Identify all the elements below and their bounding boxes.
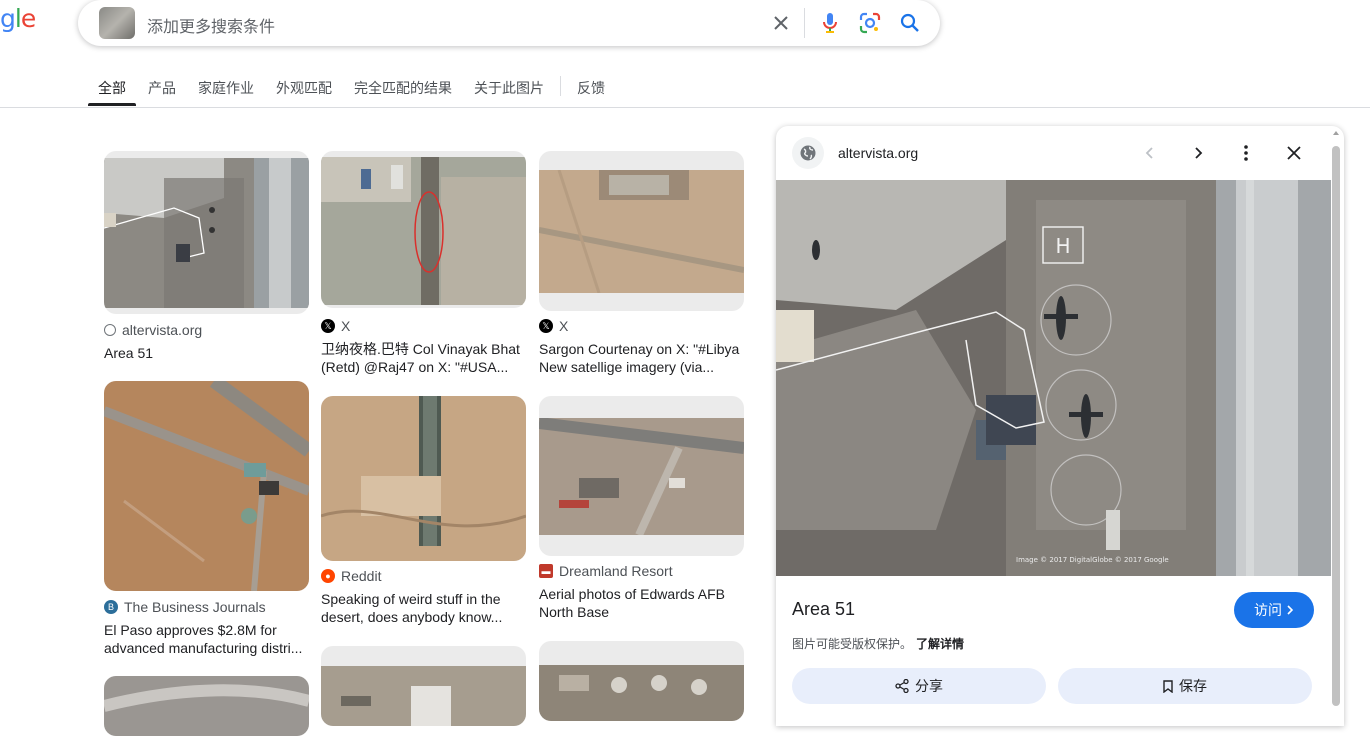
tab-feedback[interactable]: 反馈 — [577, 78, 605, 98]
result-source-label: Dreamland Resort — [559, 563, 673, 579]
panel-source-site[interactable]: altervista.org — [838, 145, 918, 161]
result-image[interactable] — [321, 646, 526, 726]
result-image[interactable] — [539, 151, 744, 311]
visit-button-label: 访问 — [1254, 602, 1282, 618]
svg-text:H: H — [1055, 234, 1070, 258]
microphone-icon[interactable] — [818, 11, 842, 35]
result-title[interactable]: Sargon Courtenay on X: "#Libya New satel… — [539, 340, 744, 376]
result-source-label: altervista.org — [122, 322, 203, 338]
visit-button[interactable]: 访问 — [1234, 592, 1314, 628]
close-icon[interactable] — [1282, 141, 1306, 165]
result-source-label: Reddit — [341, 568, 382, 584]
more-options-icon[interactable] — [1234, 141, 1258, 165]
learn-more-link[interactable]: 了解详情 — [916, 637, 964, 651]
copyright-text: 图片可能受版权保护。 — [792, 637, 913, 651]
globe-icon[interactable] — [792, 137, 824, 169]
tab-exact-matches[interactable]: 完全匹配的结果 — [354, 78, 452, 98]
share-icon — [895, 679, 909, 693]
result-source-label: X — [559, 318, 569, 334]
result-source-label: X — [341, 318, 351, 334]
result-image[interactable] — [104, 676, 309, 736]
x-logo-icon: 𝕏 — [321, 319, 335, 333]
chevron-right-icon[interactable] — [1186, 141, 1210, 165]
search-bar: 添加更多搜索条件 — [78, 0, 940, 46]
result-title[interactable]: 卫纳夜格.巴特 Col Vinayak Bhat (Retd) @Raj47 o… — [321, 340, 526, 376]
search-image-thumbnail[interactable] — [99, 7, 135, 39]
google-logo[interactable]: gle — [0, 4, 36, 33]
reddit-icon: ● — [321, 569, 335, 583]
tab-homework[interactable]: 家庭作业 — [198, 78, 254, 98]
result-image[interactable] — [104, 151, 309, 314]
result-image[interactable] — [321, 396, 526, 561]
share-label: 分享 — [915, 678, 943, 694]
tab-products[interactable]: 产品 — [148, 78, 176, 98]
tab-all[interactable]: 全部 — [98, 78, 126, 98]
result-title[interactable]: Aerial photos of Edwards AFB North Base — [539, 585, 744, 621]
dreamland-resort-icon: ▬ — [539, 564, 553, 578]
search-divider — [804, 8, 805, 38]
result-source-label: The Business Journals — [124, 599, 266, 615]
result-source: 𝕏 X — [321, 318, 350, 334]
lens-icon[interactable] — [858, 11, 882, 35]
chevron-right-icon — [1287, 605, 1294, 615]
result-title[interactable]: Area 51 — [104, 344, 309, 362]
search-input[interactable]: 添加更多搜索条件 — [147, 13, 275, 37]
tab-about-this-image[interactable]: 关于此图片 — [474, 78, 544, 98]
panel-scrollbar[interactable] — [1332, 146, 1340, 706]
panel-image-credit: Image © 2017 DigitalGlobe © 2017 Google — [1016, 556, 1169, 564]
result-source: B The Business Journals — [104, 599, 266, 615]
panel-title: Area 51 — [792, 599, 856, 619]
share-button[interactable]: 分享 — [792, 668, 1046, 704]
tab-visual-matches[interactable]: 外观匹配 — [276, 78, 332, 98]
search-icon[interactable] — [898, 11, 922, 35]
result-title[interactable]: El Paso approves $2.8M for advanced manu… — [104, 621, 309, 657]
bookmark-icon — [1163, 679, 1173, 693]
result-image[interactable] — [321, 151, 526, 308]
x-logo-icon: 𝕏 — [539, 319, 553, 333]
result-source: ● Reddit — [321, 568, 381, 584]
active-tab-indicator — [88, 103, 136, 106]
business-journals-icon: B — [104, 600, 118, 614]
result-source: ▬ Dreamland Resort — [539, 563, 673, 579]
save-label: 保存 — [1179, 678, 1207, 694]
result-title[interactable]: Speaking of weird stuff in the desert, d… — [321, 590, 526, 626]
close-icon[interactable] — [769, 11, 793, 35]
result-image[interactable] — [104, 381, 309, 591]
globe-icon — [104, 324, 116, 336]
copyright-notice: 图片可能受版权保护。 了解详情 — [792, 635, 964, 652]
result-image[interactable] — [539, 396, 744, 556]
result-image[interactable] — [539, 641, 744, 721]
result-source: altervista.org — [104, 322, 202, 338]
filter-tabs: 全部 产品 家庭作业 外观匹配 完全匹配的结果 关于此图片 反馈 — [0, 62, 1370, 108]
image-detail-panel: altervista.org H Image © 2017 DigitalGlo… — [776, 126, 1344, 726]
tab-divider — [560, 76, 561, 96]
result-source: 𝕏 X — [539, 318, 568, 334]
scroll-up-arrow[interactable] — [1333, 131, 1339, 135]
panel-header: altervista.org — [776, 126, 1344, 180]
save-button[interactable]: 保存 — [1058, 668, 1312, 704]
panel-main-image[interactable]: H Image © 2017 DigitalGlobe © 2017 Googl… — [776, 180, 1331, 576]
chevron-left-icon[interactable] — [1138, 141, 1162, 165]
